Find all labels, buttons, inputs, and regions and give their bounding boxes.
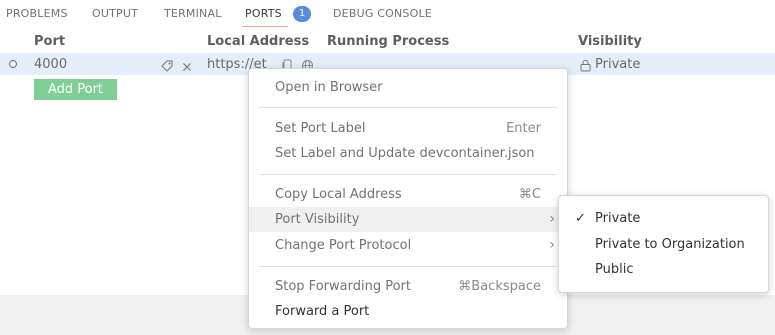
- menu-item-set-label-update-devcontainer[interactable]: Set Label and Update devcontainer.json: [249, 141, 567, 166]
- ports-count-badge: 1: [293, 6, 311, 22]
- column-header-local-address[interactable]: Local Address: [207, 34, 309, 50]
- menu-separator: [259, 266, 557, 267]
- port-number: 4000: [34, 57, 68, 72]
- menu-item-label: Port Visibility: [275, 212, 360, 227]
- menu-item-label: Set Label and Update devcontainer.json: [275, 146, 535, 161]
- submenu-item-public[interactable]: Public: [559, 257, 768, 282]
- menu-item-set-port-label[interactable]: Set Port Label Enter: [249, 116, 567, 141]
- menu-item-label: Copy Local Address: [275, 187, 402, 202]
- menu-item-change-port-protocol[interactable]: Change Port Protocol ›: [249, 233, 567, 258]
- menu-item-forward-a-port[interactable]: Forward a Port: [249, 299, 567, 324]
- submenu-item-label: Public: [595, 262, 634, 277]
- menu-item-shortcut: Enter: [506, 121, 541, 136]
- submenu-item-label: Private: [595, 211, 641, 226]
- menu-item-shortcut: ⌘Backspace: [458, 279, 541, 294]
- menu-item-stop-forwarding-port[interactable]: Stop Forwarding Port ⌘Backspace: [249, 274, 567, 299]
- active-tab-indicator: [242, 26, 288, 27]
- tab-problems[interactable]: PROBLEMS: [6, 7, 68, 21]
- add-port-button[interactable]: Add Port: [34, 79, 117, 100]
- column-header-visibility[interactable]: Visibility: [578, 34, 642, 50]
- lock-icon: [580, 57, 591, 76]
- menu-item-label: Forward a Port: [275, 304, 370, 319]
- menu-item-port-visibility[interactable]: Port Visibility ›: [249, 207, 567, 232]
- port-context-menu: Open in Browser Set Port Label Enter Set…: [248, 68, 568, 329]
- chevron-right-icon: ›: [549, 211, 555, 227]
- column-header-port[interactable]: Port: [34, 34, 65, 50]
- submenu-item-private[interactable]: ✓ Private: [559, 206, 768, 231]
- menu-item-open-in-browser[interactable]: Open in Browser: [249, 75, 567, 100]
- tab-ports[interactable]: PORTS: [245, 7, 282, 21]
- submenu-item-private-to-organization[interactable]: Private to Organization: [559, 232, 768, 257]
- menu-item-label: Set Port Label: [275, 121, 366, 136]
- menu-separator: [259, 174, 557, 175]
- menu-item-label: Stop Forwarding Port: [275, 279, 411, 294]
- port-visibility-submenu: ✓ Private Private to Organization Public: [558, 195, 769, 293]
- panel-tabs: PROBLEMS OUTPUT TERMINAL PORTS 1 DEBUG C…: [0, 0, 775, 28]
- tab-terminal[interactable]: TERMINAL: [164, 7, 222, 21]
- menu-item-label: Open in Browser: [275, 80, 383, 95]
- close-icon[interactable]: [181, 58, 193, 77]
- chevron-right-icon: ›: [549, 237, 555, 253]
- visibility-value[interactable]: Private: [595, 57, 640, 73]
- checkmark-icon: ✓: [575, 211, 586, 226]
- menu-item-shortcut: ⌘C: [518, 187, 541, 202]
- tag-icon[interactable]: [160, 58, 174, 77]
- menu-separator: [259, 107, 557, 108]
- submenu-item-label: Private to Organization: [595, 237, 745, 252]
- menu-item-copy-local-address[interactable]: Copy Local Address ⌘C: [249, 182, 567, 207]
- column-header-running-process[interactable]: Running Process: [327, 34, 449, 50]
- tab-debug-console[interactable]: DEBUG CONSOLE: [333, 7, 432, 21]
- port-status-icon: [9, 60, 17, 68]
- menu-item-label: Change Port Protocol: [275, 238, 412, 253]
- tab-output[interactable]: OUTPUT: [92, 7, 138, 21]
